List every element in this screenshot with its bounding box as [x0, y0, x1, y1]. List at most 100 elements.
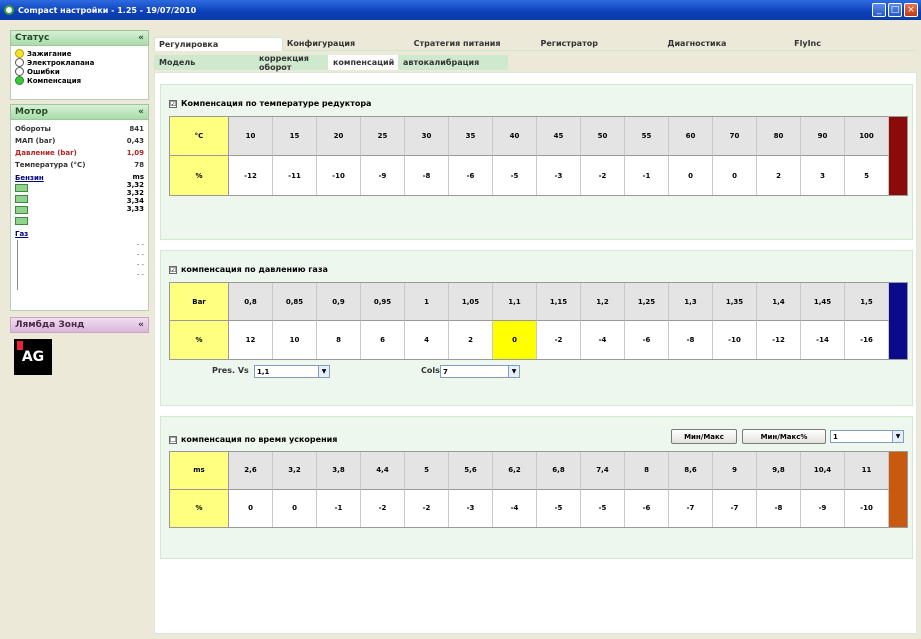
header-cell[interactable]: 9,8 [757, 452, 801, 490]
value-cell[interactable]: 8 [317, 321, 361, 359]
tab-diagnostics[interactable]: Диагностика [663, 37, 791, 51]
chevron-down-icon[interactable]: ▼ [318, 366, 329, 377]
step-select[interactable]: 1 ▼ [830, 430, 904, 443]
value-cell[interactable]: -2 [537, 321, 581, 359]
value-cell[interactable]: -8 [405, 156, 449, 195]
value-cell[interactable]: -8 [669, 321, 713, 359]
header-cell[interactable]: 6,2 [493, 452, 537, 490]
header-cell[interactable]: 1,15 [537, 283, 581, 321]
value-cell[interactable]: -7 [713, 489, 757, 527]
header-cell[interactable]: 8 [625, 452, 669, 490]
value-cell[interactable]: 0 [493, 321, 537, 359]
value-cell[interactable]: 3 [801, 156, 845, 195]
subtab-autocalibration[interactable]: автокалибрация [398, 55, 508, 70]
value-cell[interactable]: -5 [581, 489, 625, 527]
enable-checkbox[interactable]: ☐ [169, 435, 177, 444]
tab-regulation[interactable]: Регулировка [154, 37, 283, 51]
value-cell[interactable]: -10 [713, 321, 757, 359]
header-cell[interactable]: 1,45 [801, 283, 845, 321]
header-cell[interactable]: 4,4 [361, 452, 405, 490]
value-cell[interactable]: -2 [361, 489, 405, 527]
benzin-link[interactable]: Бензин [15, 174, 44, 182]
header-cell[interactable]: 0,9 [317, 283, 361, 321]
value-cell[interactable]: 4 [405, 321, 449, 359]
header-cell[interactable]: 3,2 [273, 452, 317, 490]
value-cell[interactable]: 6 [361, 321, 405, 359]
value-cell[interactable]: 12 [229, 321, 273, 359]
value-cell[interactable]: -1 [317, 489, 361, 527]
value-cell[interactable]: -8 [757, 489, 801, 527]
cols-select[interactable]: 7 ▼ [440, 365, 520, 378]
header-cell[interactable]: 45 [537, 117, 581, 156]
collapse-icon[interactable]: « [138, 33, 144, 43]
header-cell[interactable]: 6,8 [537, 452, 581, 490]
header-cell[interactable]: 100 [845, 117, 889, 156]
enable-checkbox[interactable]: ☑ [169, 99, 177, 108]
header-cell[interactable]: 20 [317, 117, 361, 156]
tab-recorder[interactable]: Регистратор [536, 37, 664, 51]
minmax-button[interactable]: Мин/Макс [671, 429, 737, 444]
header-cell[interactable]: 80 [757, 117, 801, 156]
header-cell[interactable]: 10 [229, 117, 273, 156]
value-cell[interactable]: -10 [317, 156, 361, 195]
header-cell[interactable]: 70 [713, 117, 757, 156]
header-cell[interactable]: 10,4 [801, 452, 845, 490]
value-cell[interactable]: -14 [801, 321, 845, 359]
value-cell[interactable]: -4 [493, 489, 537, 527]
header-cell[interactable]: 1,4 [757, 283, 801, 321]
value-cell[interactable]: -6 [449, 156, 493, 195]
header-cell[interactable]: 1,3 [669, 283, 713, 321]
value-cell[interactable]: -2 [405, 489, 449, 527]
value-cell[interactable]: 0 [229, 489, 273, 527]
header-cell[interactable]: 60 [669, 117, 713, 156]
lambda-header[interactable]: Лямбда Зонд « [10, 317, 149, 333]
header-cell[interactable]: 11 [845, 452, 889, 490]
value-cell[interactable]: -3 [537, 156, 581, 195]
value-cell[interactable]: 0 [713, 156, 757, 195]
value-cell[interactable]: 0 [669, 156, 713, 195]
value-cell[interactable]: 10 [273, 321, 317, 359]
value-cell[interactable]: 2 [757, 156, 801, 195]
header-cell[interactable]: 3,8 [317, 452, 361, 490]
header-cell[interactable]: 0,8 [229, 283, 273, 321]
value-cell[interactable]: -5 [493, 156, 537, 195]
motor-header[interactable]: Мотор « [10, 104, 149, 120]
value-cell[interactable]: -9 [361, 156, 405, 195]
value-cell[interactable]: 0 [273, 489, 317, 527]
header-cell[interactable]: 2,6 [229, 452, 273, 490]
chevron-down-icon[interactable]: ▼ [508, 366, 519, 377]
value-cell[interactable]: -5 [537, 489, 581, 527]
value-cell[interactable]: -4 [581, 321, 625, 359]
collapse-icon[interactable]: « [138, 320, 144, 330]
header-cell[interactable]: 35 [449, 117, 493, 156]
header-cell[interactable]: 55 [625, 117, 669, 156]
header-cell[interactable]: 8,6 [669, 452, 713, 490]
header-cell[interactable]: 0,85 [273, 283, 317, 321]
header-cell[interactable]: 40 [493, 117, 537, 156]
header-cell[interactable]: 1,25 [625, 283, 669, 321]
close-button[interactable]: × [904, 3, 918, 17]
value-cell[interactable]: -6 [625, 489, 669, 527]
header-cell[interactable]: 5,6 [449, 452, 493, 490]
gas-link[interactable]: Газ [15, 230, 28, 238]
subtab-rpm-correction[interactable]: коррекция оборот [254, 54, 328, 72]
value-cell[interactable]: -2 [581, 156, 625, 195]
status-header[interactable]: Статус « [10, 30, 149, 46]
header-cell[interactable]: 1,05 [449, 283, 493, 321]
value-cell[interactable]: -12 [229, 156, 273, 195]
value-cell[interactable]: -7 [669, 489, 713, 527]
header-cell[interactable]: 5 [405, 452, 449, 490]
value-cell[interactable]: -12 [757, 321, 801, 359]
value-cell[interactable]: -3 [449, 489, 493, 527]
value-cell[interactable]: 5 [845, 156, 889, 195]
header-cell[interactable]: 1,35 [713, 283, 757, 321]
header-cell[interactable]: 50 [581, 117, 625, 156]
collapse-icon[interactable]: « [138, 107, 144, 117]
value-cell[interactable]: -6 [625, 321, 669, 359]
minmax-percent-button[interactable]: Мин/Макс% [742, 429, 826, 444]
value-cell[interactable]: -16 [845, 321, 889, 359]
value-cell[interactable]: 2 [449, 321, 493, 359]
tab-configuration[interactable]: Конфигурация [282, 37, 410, 51]
header-cell[interactable]: 25 [361, 117, 405, 156]
subtab-model[interactable]: Модель [154, 55, 254, 70]
